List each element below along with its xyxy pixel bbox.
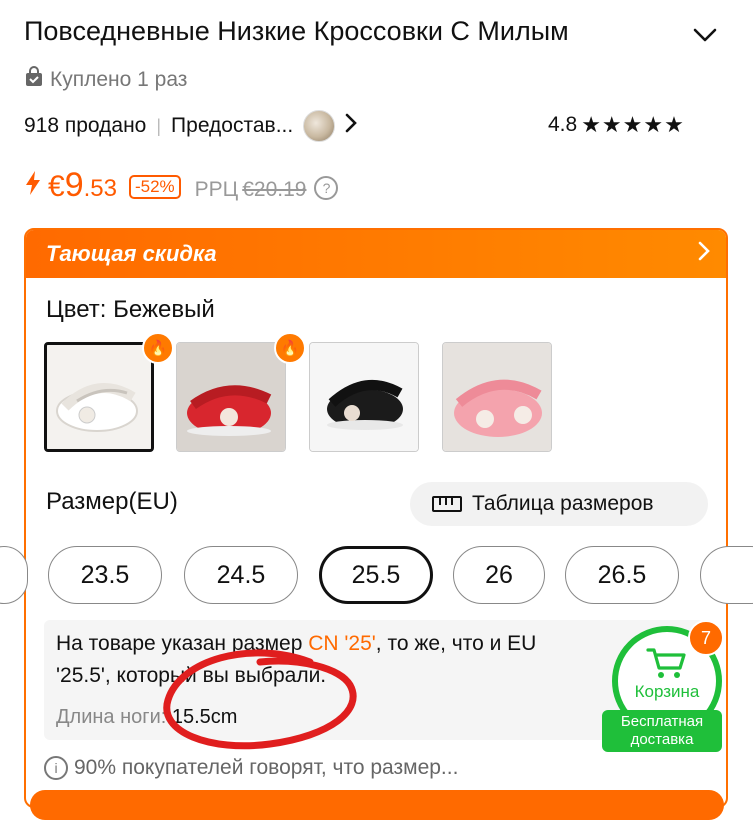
color-option-red[interactable] — [176, 342, 286, 452]
flame-icon: 🔥 — [142, 332, 174, 364]
color-label: Цвет: Бежевый — [46, 296, 215, 323]
color-option-black[interactable] — [309, 342, 419, 452]
star-rating-icon: ★★★★★ — [581, 112, 685, 137]
ruler-icon — [432, 496, 462, 512]
price-currency: € — [48, 170, 65, 203]
rating[interactable]: 4.8 ★★★★★ — [548, 112, 685, 138]
annotation-circle — [163, 649, 357, 750]
product-title: Повседневные Низкие Кроссовки С Милым — [24, 16, 569, 46]
info-icon: i — [44, 756, 68, 780]
buy-button-edge[interactable] — [30, 790, 724, 820]
size-option[interactable]: 24.5 — [184, 546, 298, 604]
price-decimal: .53 — [83, 175, 117, 202]
provider-text: Предостав... — [171, 114, 294, 137]
fit-feedback[interactable]: i 90% покупателей говорят, что размер... — [44, 756, 458, 780]
cart-label: Корзина — [634, 682, 700, 701]
rrp-label: РРЦ — [194, 178, 239, 201]
size-option[interactable]: 26.5 — [565, 546, 679, 604]
size-option-partial[interactable] — [700, 546, 753, 604]
separator: | — [156, 115, 162, 136]
size-option-selected[interactable]: 25.5 — [319, 546, 433, 604]
price-integer: 9 — [64, 166, 84, 204]
size-option[interactable]: 23.5 — [48, 546, 162, 604]
discount-badge: -52% — [128, 175, 181, 199]
size-table-button[interactable]: Таблица размеров — [410, 482, 708, 526]
size-table-label: Таблица размеров — [472, 492, 654, 515]
free-shipping-badge: Бесплатная доставка — [602, 710, 722, 752]
price-row: € 9 .53 -52% РРЦ €20.19 ? — [24, 166, 339, 205]
promo-banner-text: Тающая скидка — [46, 241, 217, 266]
bought-text: Куплено 1 раз — [50, 68, 188, 91]
provider-avatar — [303, 110, 336, 142]
size-option[interactable]: 26 — [453, 546, 545, 604]
chevron-right-icon — [343, 112, 359, 141]
old-price: €20.19 — [242, 178, 307, 201]
cart-count-badge: 7 — [688, 620, 724, 656]
chevron-right-icon — [696, 238, 712, 271]
lightning-icon — [24, 170, 42, 201]
shopping-bag-icon — [24, 66, 44, 94]
sold-provider-row[interactable]: 918 продано | Предостав... — [24, 110, 359, 142]
size-label: Размер(EU) — [46, 488, 178, 515]
color-option-pink[interactable] — [442, 342, 552, 452]
question-icon[interactable]: ? — [314, 176, 339, 200]
fit-feedback-text: 90% покупателей говорят, что размер... — [74, 756, 459, 779]
bought-count: Куплено 1 раз — [24, 66, 187, 94]
color-option-beige[interactable] — [44, 342, 154, 452]
sold-count: 918 продано — [24, 114, 147, 137]
promo-banner[interactable]: Тающая скидка — [26, 230, 726, 278]
flame-icon: 🔥 — [274, 332, 306, 364]
chevron-down-icon[interactable] — [690, 22, 720, 48]
rating-value: 4.8 — [548, 113, 578, 136]
cart-icon — [646, 648, 686, 678]
